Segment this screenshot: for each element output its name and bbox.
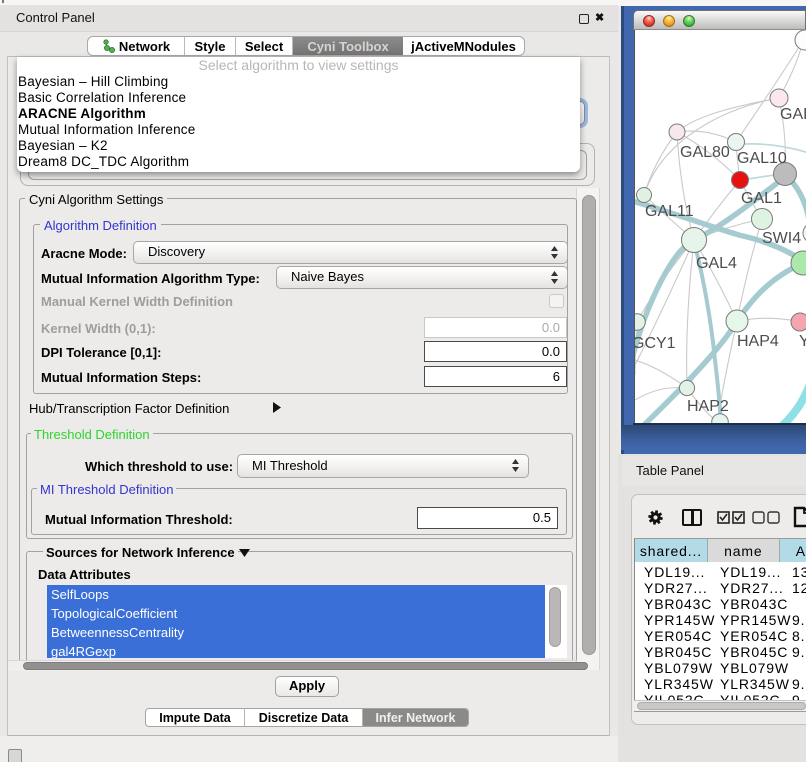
svg-text:HAP4: HAP4 (737, 333, 779, 350)
svg-text:GAL11: GAL11 (645, 203, 694, 220)
svg-text:GAL80: GAL80 (680, 144, 730, 161)
svg-text:GCY1: GCY1 (635, 335, 676, 352)
svg-text:GAL10: GAL10 (737, 150, 787, 167)
svg-text:Y: Y (799, 333, 806, 350)
svg-text:GAL1: GAL1 (741, 190, 782, 207)
svg-text:HAP2: HAP2 (687, 398, 729, 415)
svg-text:SWI4: SWI4 (762, 230, 801, 247)
svg-text:GAL4: GAL4 (696, 255, 737, 272)
svg-text:GAL7: GAL7 (780, 106, 806, 123)
